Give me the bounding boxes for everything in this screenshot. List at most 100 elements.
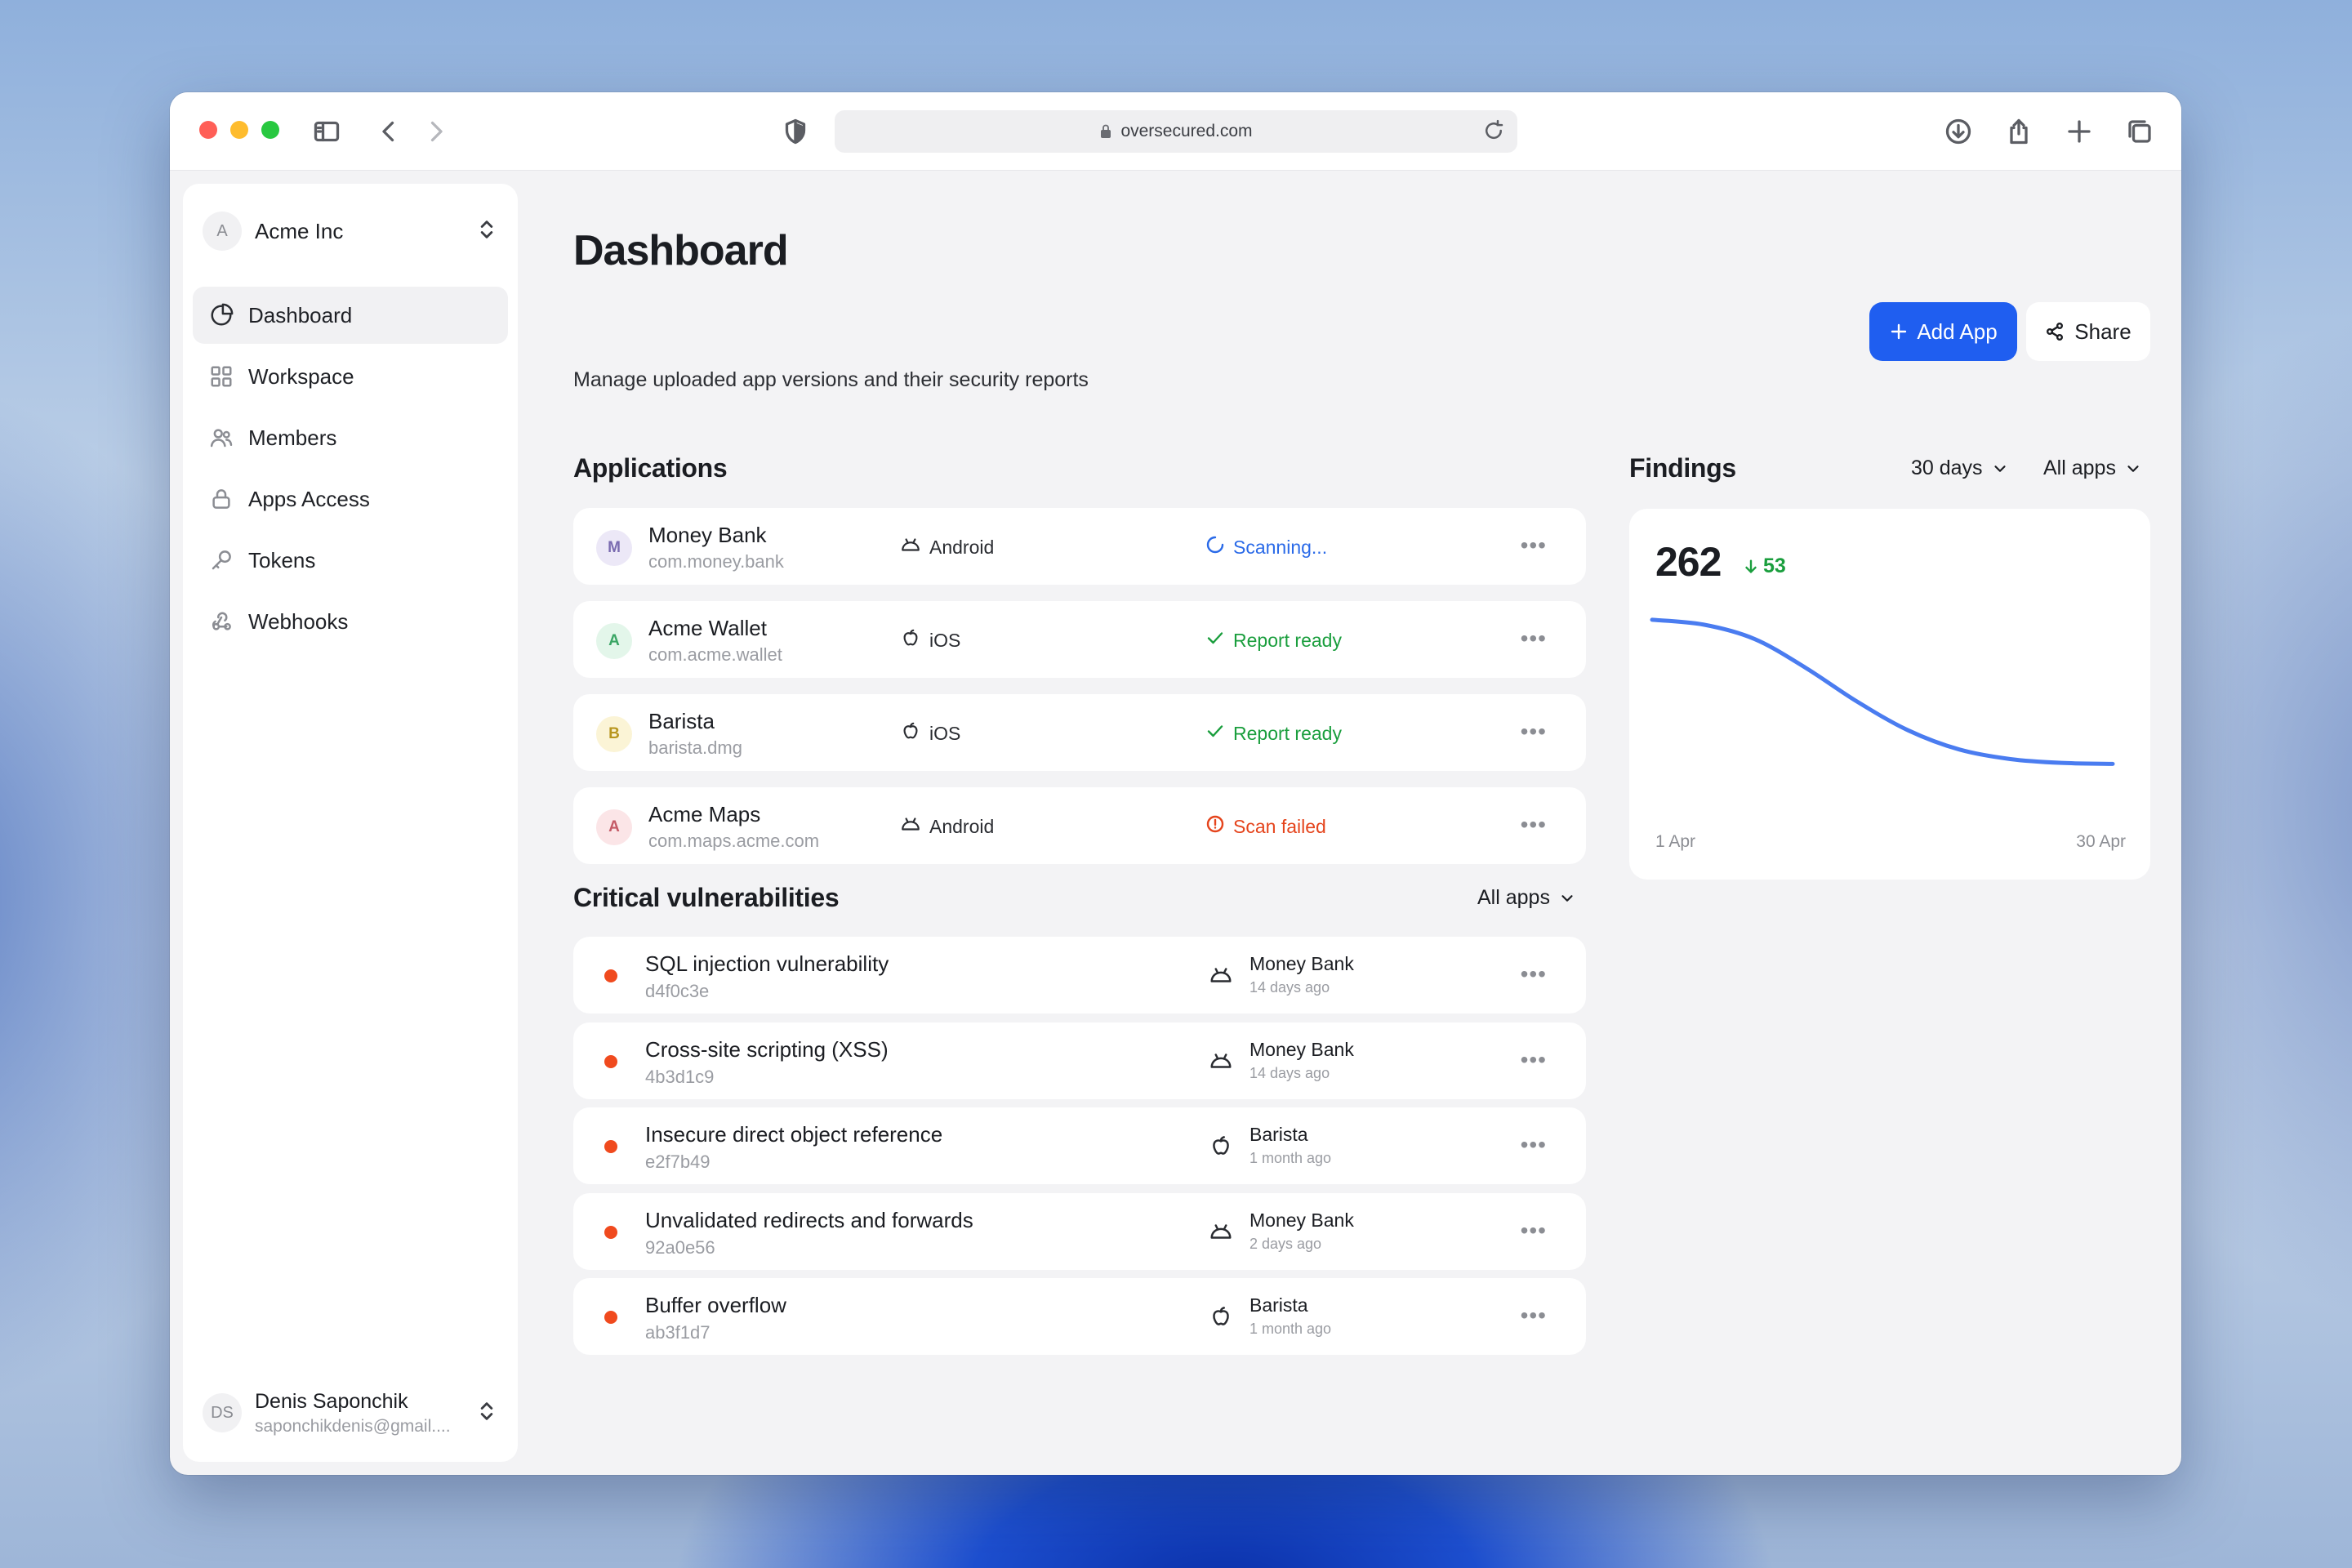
application-row[interactable]: B Barista barista.dmg iOS Report ready •… [573,694,1586,771]
chevron-up-down-icon [475,1400,498,1427]
vulnerability-hash: 92a0e56 [645,1236,715,1258]
android-icon [1209,1049,1233,1077]
main-content: Dashboard Manage uploaded app versions a… [573,184,2181,1475]
sidebar-nav: Dashboard Workspace Members Apps Access … [193,287,508,654]
more-options-icon[interactable]: ••• [1521,961,1547,987]
tab-overview-icon[interactable] [2123,115,2156,148]
plus-icon [1891,323,1907,340]
user-meta: Denis Saponchik saponchikdenis@gmail.... [255,1390,462,1437]
minimize-window-button[interactable] [230,121,248,139]
app-avatar: A [596,623,632,659]
app-name: Barista [648,709,715,733]
vulnerability-app: Money Bank [1250,1209,1354,1231]
dashboard-icon [211,303,234,326]
chevron-down-icon [1561,894,1573,902]
add-app-button[interactable]: Add App [1869,302,2017,361]
sidebar-item-webhooks[interactable]: Webhooks [193,593,508,650]
user-email: saponchikdenis@gmail.... [255,1416,451,1436]
more-options-icon[interactable]: ••• [1521,1303,1547,1329]
new-tab-icon[interactable] [2063,115,2096,148]
vulnerability-row[interactable]: Buffer overflow ab3f1d7 Barista 1 month … [573,1278,1586,1355]
vulnerability-hash: 4b3d1c9 [645,1066,715,1087]
findings-period-filter[interactable]: 30 days [1911,457,2009,480]
sidebar-item-label: Dashboard [248,302,353,327]
add-app-label: Add App [1917,318,1998,344]
share-nodes-icon [2047,323,2064,341]
sidebar-item-dashboard[interactable]: Dashboard [193,287,508,344]
vulnerability-hash: ab3f1d7 [645,1322,710,1343]
application-row[interactable]: A Acme Wallet com.acme.wallet iOS Report… [573,601,1586,678]
more-options-icon[interactable]: ••• [1521,1218,1547,1244]
filter-label: 30 days [1911,457,1983,479]
grid-icon [211,366,232,387]
findings-app-filter[interactable]: All apps [2043,457,2142,480]
severity-dot [604,1054,617,1068]
vulnerability-app: Barista [1250,1294,1308,1316]
findings-title: Findings [1629,453,1736,483]
vulnerability-row[interactable]: Insecure direct object reference e2f7b49… [573,1107,1586,1184]
forward-icon[interactable] [420,115,452,148]
severity-dot [604,1311,617,1324]
severity-dot [604,1225,617,1239]
findings-card: 262 53 1 Apr 30 Apr [1629,509,2150,880]
vulnerability-app: Barista [1250,1124,1308,1145]
share-button[interactable]: Share [2026,302,2150,361]
sidebar-toggle-icon[interactable] [310,115,343,148]
sidebar-item-apps-access[interactable]: Apps Access [193,470,508,528]
more-options-icon[interactable]: ••• [1521,626,1547,652]
org-name: Acme Inc [255,218,344,243]
arrow-down-icon [1745,559,1757,573]
platform-label: Android [929,536,995,558]
filter-label: All apps [1477,886,1550,909]
vulnerability-row[interactable]: SQL injection vulnerability d4f0c3e Mone… [573,937,1586,1013]
vulnerability-time: 14 days ago [1250,979,1330,996]
vulnerability-time: 1 month ago [1250,1150,1332,1166]
chevron-up-down-icon [475,218,498,245]
user-menu[interactable]: DS Denis Saponchik saponchikdenis@gmail.… [203,1382,498,1444]
findings-delta-value: 53 [1763,555,1786,577]
more-options-icon[interactable]: ••• [1521,812,1547,838]
sidebar-item-members[interactable]: Members [193,409,508,466]
status-label: Report ready [1233,629,1342,651]
more-options-icon[interactable]: ••• [1521,719,1547,745]
org-switcher[interactable]: A Acme Inc [203,208,498,254]
application-row[interactable]: A Acme Maps com.maps.acme.com Android Sc… [573,787,1586,864]
maximize-window-button[interactable] [261,121,279,139]
share-icon[interactable] [2002,115,2035,148]
findings-series-line [1650,617,2115,766]
page-title: Dashboard [573,227,789,274]
vulnerabilities-app-filter[interactable]: All apps [1477,886,1576,910]
vulnerability-row[interactable]: Unvalidated redirects and forwards 92a0e… [573,1192,1586,1270]
more-options-icon[interactable]: ••• [1521,1047,1547,1073]
privacy-shield-icon[interactable] [779,115,812,148]
ios-icon [900,720,921,746]
sidebar-item-workspace[interactable]: Workspace [193,348,508,405]
application-row[interactable]: M Money Bank com.money.bank Android Scan… [573,508,1586,585]
android-icon [1209,963,1233,991]
chevron-down-icon [2127,465,2139,472]
address-bar[interactable]: oversecured.com [835,110,1517,153]
page-subtitle: Manage uploaded app versions and their s… [573,368,1089,391]
vulnerability-time: 1 month ago [1250,1321,1332,1337]
severity-dot [604,969,617,982]
sidebar-item-tokens[interactable]: Tokens [193,532,508,589]
app-platform: iOS [900,627,960,653]
android-icon [1209,1219,1233,1248]
users-icon [210,429,233,448]
download-icon[interactable] [1942,115,1975,148]
vulnerability-title: Insecure direct object reference [645,1122,943,1147]
close-window-button[interactable] [199,121,217,139]
sidebar-item-label: Tokens [248,547,316,572]
more-options-icon[interactable]: ••• [1521,1132,1547,1158]
app-avatar: B [596,716,632,752]
window-controls [199,121,279,139]
reload-icon[interactable] [1481,118,1506,148]
back-icon[interactable] [372,115,405,148]
vulnerability-row[interactable]: Cross-site scripting (XSS) 4b3d1c9 Money… [573,1022,1586,1099]
more-options-icon[interactable]: ••• [1521,532,1547,559]
status-ready-icon [1205,628,1225,653]
app-avatar: M [596,530,632,566]
vulnerability-title: Buffer overflow [645,1293,786,1317]
app-name: Money Bank [648,523,767,547]
app-platform: Android [900,534,994,560]
